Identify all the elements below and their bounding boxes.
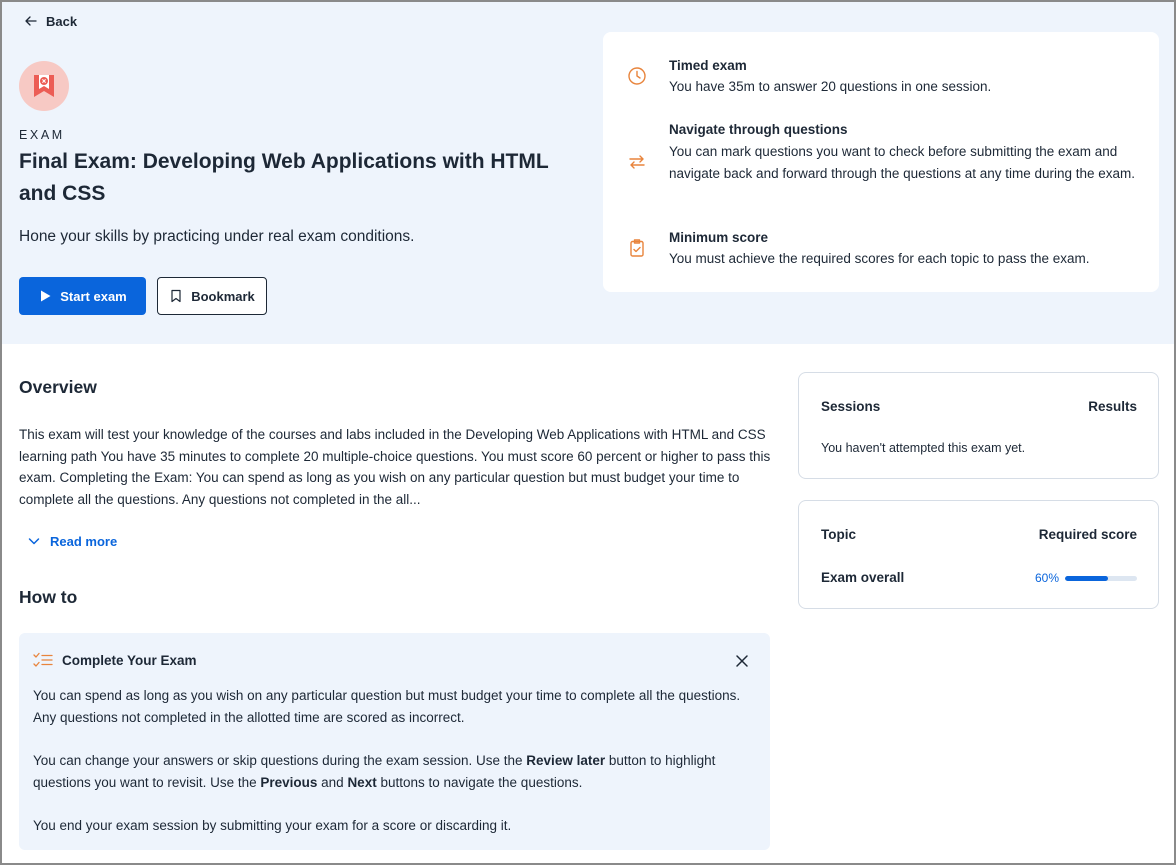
howto-panel: Complete Your Exam You can spend as long… — [19, 633, 770, 850]
start-exam-label: Start exam — [60, 288, 127, 304]
info-heading: Timed exam — [669, 58, 747, 73]
exam-info-card: Timed exam You have 35m to answer 20 que… — [603, 32, 1159, 292]
bookmark-icon — [171, 289, 181, 303]
howto-heading: How to — [19, 587, 78, 607]
empty-sessions-note: You haven't attempted this exam yet. — [821, 441, 1026, 455]
text-run: buttons to navigate the questions. — [376, 774, 583, 790]
info-text: You must achieve the required scores for… — [669, 251, 1090, 266]
info-heading: Navigate through questions — [669, 122, 848, 137]
arrow-left-icon — [25, 16, 37, 26]
start-exam-button[interactable]: Start exam — [19, 277, 146, 315]
clipboard-check-icon — [627, 238, 647, 258]
page-subtitle: Hone your skills by practicing under rea… — [19, 228, 415, 245]
back-link[interactable]: Back — [24, 11, 77, 31]
page-title: Final Exam: Developing Web Applications … — [19, 150, 549, 205]
content-type-label: EXAM — [19, 128, 65, 142]
read-more-label: Read more — [50, 533, 118, 549]
score-percent: 60% — [1034, 571, 1059, 585]
score-bar-fill — [1065, 575, 1109, 581]
bookmark-label: Bookmark — [191, 288, 255, 304]
overview-heading: Overview — [19, 377, 97, 397]
exam-badge-icon — [34, 75, 54, 97]
results-header: Results — [1088, 399, 1137, 414]
required-score: 60% — [1035, 571, 1137, 585]
topic-scores-card: Topic Required score Exam overall 60% — [798, 500, 1159, 609]
swap-arrows-icon — [627, 152, 647, 172]
close-icon[interactable] — [734, 653, 750, 669]
previous-term: Previous — [260, 774, 318, 790]
review-later-term: Review later — [526, 753, 606, 768]
overview-text: This exam will test your knowledge of th… — [19, 427, 771, 507]
next-term: Next — [347, 774, 377, 790]
exam-logo — [19, 61, 69, 111]
back-label: Back — [46, 13, 78, 29]
sessions-header: Sessions — [821, 399, 881, 414]
howto-paragraph: You end your exam session by submitting … — [33, 818, 512, 833]
howto-paragraph: You can change your answers or skip ques… — [33, 750, 753, 793]
play-icon — [41, 290, 51, 302]
text-run: and — [317, 774, 348, 790]
read-more-link[interactable]: Read more — [27, 532, 117, 550]
score-bar — [1065, 575, 1137, 581]
bookmark-button[interactable]: Bookmark — [157, 277, 267, 315]
chevron-down-icon — [28, 538, 40, 545]
checklist-icon — [33, 652, 53, 667]
sessions-card: Sessions Results You haven't attempted t… — [798, 372, 1159, 479]
howto-box-title: Complete Your Exam — [62, 653, 197, 668]
info-text: You can mark questions you want to check… — [669, 144, 1136, 181]
exam-hero: Back EXAM Final Exam: Developing Web App… — [0, 0, 1176, 344]
topic-row-label: Exam overall — [821, 570, 905, 585]
topic-header: Topic — [821, 527, 856, 542]
text-run: You can change your answers or skip ques… — [33, 753, 527, 768]
clock-icon — [627, 66, 647, 86]
howto-paragraph: You can spend as long as you wish on any… — [33, 688, 741, 725]
info-text: You have 35m to answer 20 questions in o… — [669, 79, 992, 94]
required-score-header: Required score — [1038, 527, 1137, 542]
info-heading: Minimum score — [669, 230, 769, 245]
